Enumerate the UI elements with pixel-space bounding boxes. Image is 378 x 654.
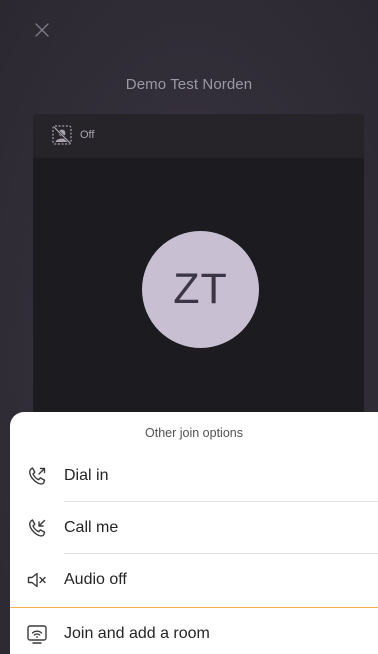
room-cast-icon — [26, 623, 48, 645]
call-me-label: Call me — [64, 519, 119, 536]
close-button[interactable] — [30, 18, 54, 42]
camera-off-icon — [52, 125, 72, 145]
close-icon — [35, 23, 49, 37]
phone-outgoing-icon — [26, 465, 48, 487]
preview-toolbar: Off — [33, 114, 364, 158]
join-add-room-label: Join and add a room — [64, 624, 210, 642]
join-add-room-option[interactable]: Join and add a room — [10, 607, 378, 654]
dial-in-label: Dial in — [64, 467, 109, 484]
call-me-option[interactable]: Call me — [10, 502, 378, 554]
join-options-sheet: Other join options Dial in Call me Audio… — [10, 412, 378, 654]
speaker-muted-icon — [26, 569, 48, 591]
audio-off-option[interactable]: Audio off — [10, 554, 378, 606]
sheet-title: Other join options — [145, 426, 243, 440]
phone-incoming-icon — [26, 517, 48, 539]
video-toggle[interactable]: Off — [51, 124, 94, 146]
dial-in-option[interactable]: Dial in — [10, 450, 378, 502]
video-preview: Off ZT — [33, 114, 364, 414]
avatar: ZT — [142, 231, 259, 348]
video-status-label: Off — [80, 129, 95, 141]
audio-off-label: Audio off — [64, 571, 127, 588]
meeting-title: Demo Test Norden — [125, 76, 253, 93]
